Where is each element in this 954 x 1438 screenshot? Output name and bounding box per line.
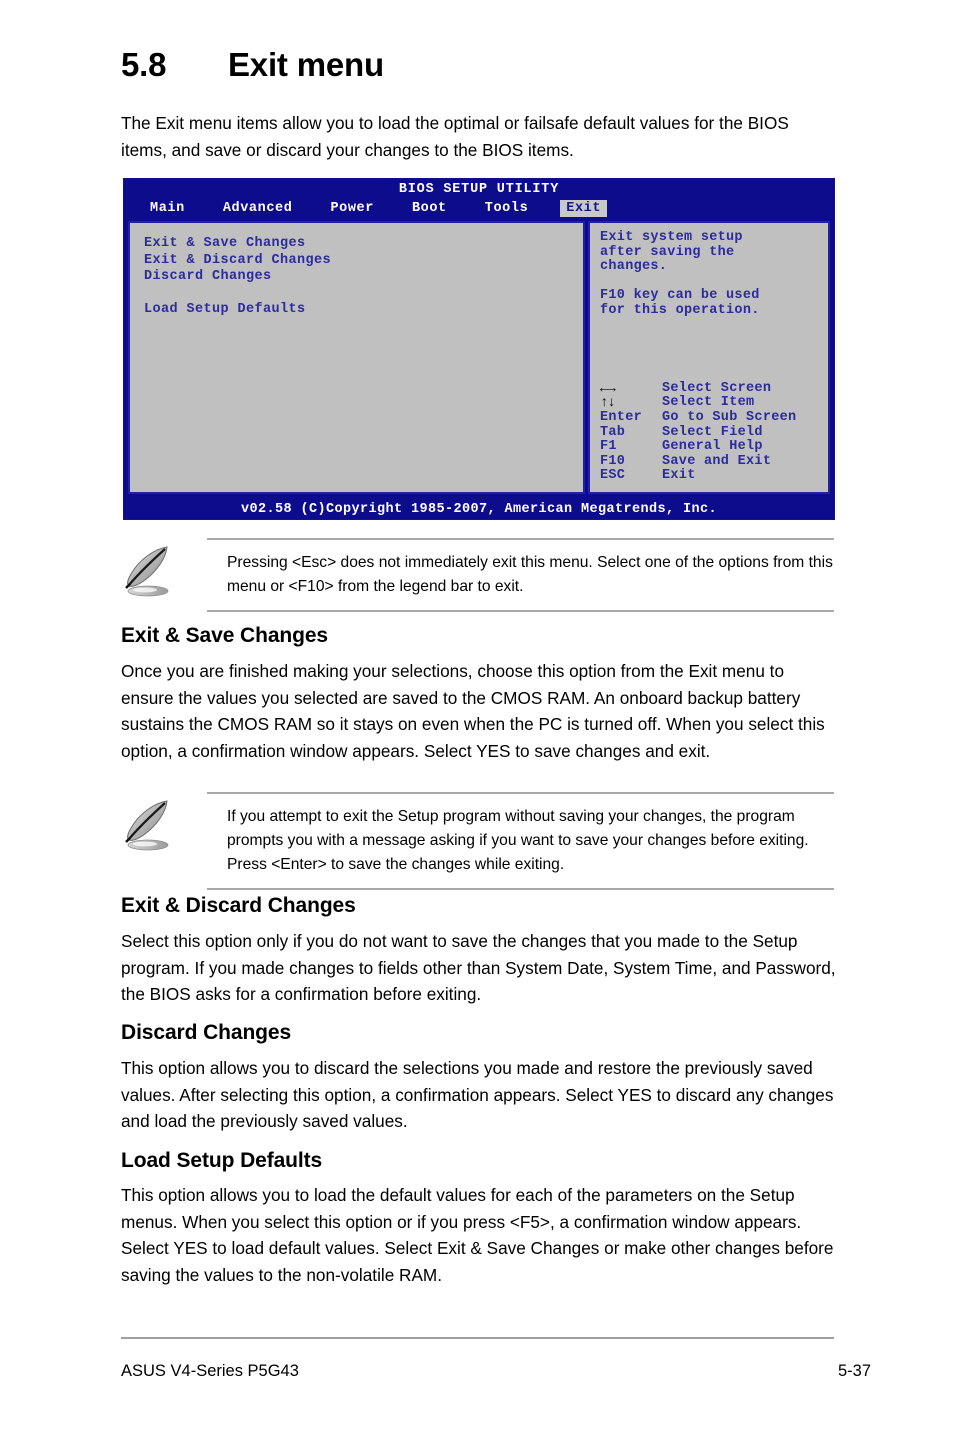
- paragraph-exit-save-changes: Once you are finished making your select…: [121, 661, 825, 761]
- bios-options-spacer: [144, 286, 583, 302]
- legend-label-go-to-sub-screen: Go to Sub Screen: [662, 410, 797, 426]
- bios-body: Exit & Save Changes Exit & Discard Chang…: [128, 221, 830, 494]
- paragraph-load-setup-defaults: This option allows you to load the defau…: [121, 1185, 834, 1285]
- bios-tab-tools[interactable]: Tools: [479, 200, 535, 217]
- bios-menu-bar: Main Advanced Power Boot Tools Exit: [124, 199, 834, 218]
- note-box-save-prompt: If you attempt to exit the Setup program…: [121, 792, 834, 890]
- bios-options-panel: Exit & Save Changes Exit & Discard Chang…: [128, 221, 585, 494]
- note-text: Pressing <Esc> does not immediately exit…: [207, 538, 834, 612]
- heading-load-setup-defaults: Load Setup Defaults: [121, 1149, 323, 1172]
- up-down-arrows-icon: ↑↓: [600, 395, 616, 412]
- left-right-arrows-icon: ←→: [600, 380, 616, 397]
- legend-row-f1: F1 General Help: [600, 440, 838, 455]
- bios-tab-boot[interactable]: Boot: [406, 200, 453, 217]
- section-intro: The Exit menu items allow you to load th…: [121, 113, 789, 160]
- bios-option-load-setup-defaults[interactable]: Load Setup Defaults: [144, 302, 583, 319]
- bios-help-line-4: F10 key can be used: [600, 288, 760, 304]
- footer-page-number: 5-37: [838, 1362, 872, 1380]
- footer-divider: [121, 1337, 834, 1339]
- paragraph-discard-changes: This option allows you to discard the se…: [121, 1058, 834, 1132]
- legend-row-select-screen: ←→ Select Screen: [600, 380, 838, 397]
- bios-help-line-2: after saving the: [600, 244, 735, 260]
- bios-tab-exit[interactable]: Exit: [560, 200, 608, 217]
- manual-page: 5.8 Exit menu The Exit menu items allow …: [0, 0, 954, 1438]
- bios-help-line-1: Exit system setup: [600, 230, 743, 245]
- bios-option-exit-save-changes[interactable]: Exit & Save Changes: [144, 236, 583, 253]
- footer-product-name: ASUS V4-Series P5G43: [121, 1362, 299, 1380]
- bios-help-spacer: [600, 275, 828, 289]
- legend-label-select-screen: Select Screen: [662, 380, 772, 396]
- bios-option-exit-discard-changes[interactable]: Exit & Discard Changes: [144, 253, 583, 270]
- note-box-esc: Pressing <Esc> does not immediately exit…: [121, 538, 834, 612]
- bios-tab-advanced[interactable]: Advanced: [217, 200, 299, 217]
- legend-row-f10: F10 Save and Exit: [600, 453, 838, 470]
- section-number: 5.8: [121, 46, 167, 83]
- heading-exit-save-changes: Exit & Save Changes: [121, 624, 329, 647]
- bios-option-discard-changes[interactable]: Discard Changes: [144, 269, 583, 286]
- legend-label-exit: Exit: [662, 468, 696, 484]
- bios-copyright-bar: v02.58 (C)Copyright 1985-2007, American …: [240, 502, 718, 517]
- legend-row-esc: ESC Exit: [600, 469, 838, 484]
- bios-utility-title: BIOS SETUP UTILITY: [398, 182, 560, 197]
- bios-tab-main[interactable]: Main: [144, 200, 191, 217]
- pencil-note-icon: [121, 792, 207, 859]
- bios-help-line-5: for this operation.: [600, 302, 760, 318]
- legend-key-f10: F10: [600, 453, 626, 469]
- legend-row-tab: Tab Select Field: [600, 424, 838, 441]
- legend-key-tab: Tab: [600, 424, 626, 440]
- legend-label-select-field: Select Field: [662, 424, 763, 440]
- bios-legend-bar: ←→ Select Screen ↑↓ Select Item Enter Go…: [600, 380, 838, 484]
- heading-exit-discard-changes: Exit & Discard Changes: [121, 894, 356, 917]
- legend-key-enter: Enter: [600, 410, 643, 426]
- legend-label-select-item: Select Item: [662, 395, 755, 411]
- legend-label-general-help: General Help: [662, 439, 763, 455]
- paragraph-exit-discard-changes: Select this option only if you do not wa…: [121, 931, 836, 1005]
- legend-key-f1: F1: [600, 439, 617, 455]
- bios-help-panel: Exit system setup after saving the chang…: [588, 221, 830, 494]
- legend-key-esc: ESC: [600, 468, 626, 484]
- legend-row-enter: Enter Go to Sub Screen: [600, 410, 838, 426]
- note-text: If you attempt to exit the Setup program…: [207, 792, 834, 890]
- pencil-note-icon: [121, 538, 207, 605]
- legend-row-select-item: ↑↓ Select Item: [600, 396, 838, 411]
- page-title: 5.8 Exit menu: [121, 46, 384, 84]
- heading-discard-changes: Discard Changes: [121, 1021, 292, 1044]
- legend-label-save-and-exit: Save and Exit: [662, 453, 772, 469]
- bios-tab-power[interactable]: Power: [324, 200, 380, 217]
- bios-help-line-3: changes.: [600, 259, 668, 275]
- section-title: Exit menu: [228, 46, 384, 83]
- bios-setup-screenshot: BIOS SETUP UTILITY Main Advanced Power B…: [123, 178, 835, 520]
